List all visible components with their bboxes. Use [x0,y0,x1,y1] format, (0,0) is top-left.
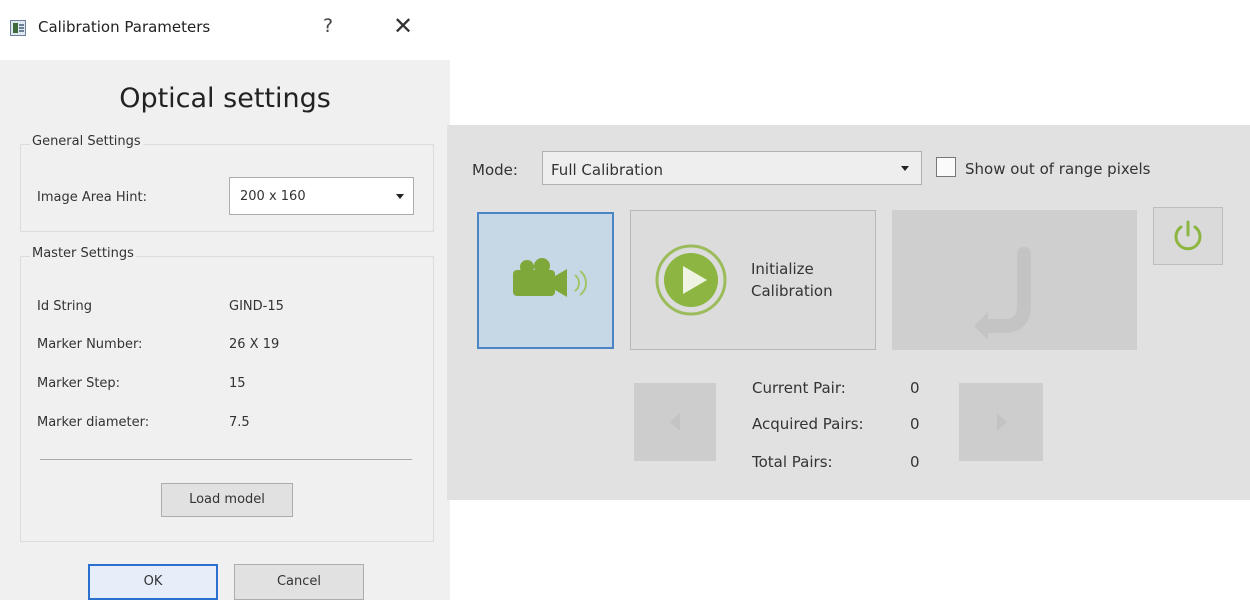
help-button[interactable]: ? [323,15,333,37]
arrow-right-icon [997,413,1007,431]
image-area-hint-select[interactable]: 200 x 160 [229,177,414,215]
marker-step-label: Marker Step: [37,376,121,391]
initialize-calibration-label: Initialize Calibration [751,258,833,302]
initialize-label-line1: Initialize [751,260,814,278]
undo-tile[interactable] [892,210,1137,350]
mode-value: Full Calibration [551,161,664,179]
master-separator [40,459,412,460]
camera-tile[interactable] [477,212,614,349]
marker-diameter-label: Marker diameter: [37,415,150,430]
acquired-pairs-label: Acquired Pairs: [752,415,864,433]
initialize-label-line2: Calibration [751,282,833,300]
marker-number-value: 26 X 19 [229,337,280,352]
previous-pair-button[interactable] [634,383,716,461]
mode-label: Mode: [472,161,518,179]
total-pairs-label: Total Pairs: [752,453,833,471]
load-model-button[interactable]: Load model [161,483,293,517]
calibration-parameters-dialog: Calibration Parameters ? ✕ Optical setti… [0,0,450,600]
marker-number-label: Marker Number: [37,337,143,352]
current-pair-label: Current Pair: [752,379,846,397]
dialog-titlebar: Calibration Parameters ? ✕ [0,0,450,60]
show-out-of-range-checkbox[interactable] [936,157,956,177]
general-settings-title: General Settings [30,134,143,149]
next-pair-button[interactable] [959,383,1043,461]
undo-arrow-icon [974,247,1031,340]
chevron-down-icon [901,166,909,171]
app-icon [10,20,26,36]
marker-step-value: 15 [229,376,246,391]
optical-settings-heading: Optical settings [119,83,331,114]
dialog-title: Calibration Parameters [38,18,211,36]
cancel-button[interactable]: Cancel [234,564,364,600]
chevron-down-icon [396,194,404,199]
image-area-hint-label: Image Area Hint: [37,190,147,205]
id-string-value: GIND-15 [229,299,284,314]
image-area-hint-value: 200 x 160 [240,189,306,204]
play-icon [655,244,727,316]
acquired-pairs-value: 0 [910,415,920,433]
ok-button[interactable]: OK [88,564,218,600]
id-string-label: Id String [37,299,93,314]
marker-diameter-value: 7.5 [229,415,250,430]
mode-select[interactable]: Full Calibration [542,151,922,185]
current-pair-value: 0 [910,379,920,397]
power-button[interactable] [1153,207,1223,265]
show-out-of-range-label: Show out of range pixels [965,160,1151,178]
master-settings-title: Master Settings [30,246,136,261]
close-icon[interactable]: ✕ [393,12,413,40]
initialize-calibration-button[interactable]: Initialize Calibration [630,210,876,350]
arrow-left-icon [670,413,680,431]
power-icon [1174,220,1202,251]
camera-icon [513,258,587,297]
total-pairs-value: 0 [910,453,920,471]
calibration-panel: Mode: Full Calibration Show out of range… [447,125,1250,500]
